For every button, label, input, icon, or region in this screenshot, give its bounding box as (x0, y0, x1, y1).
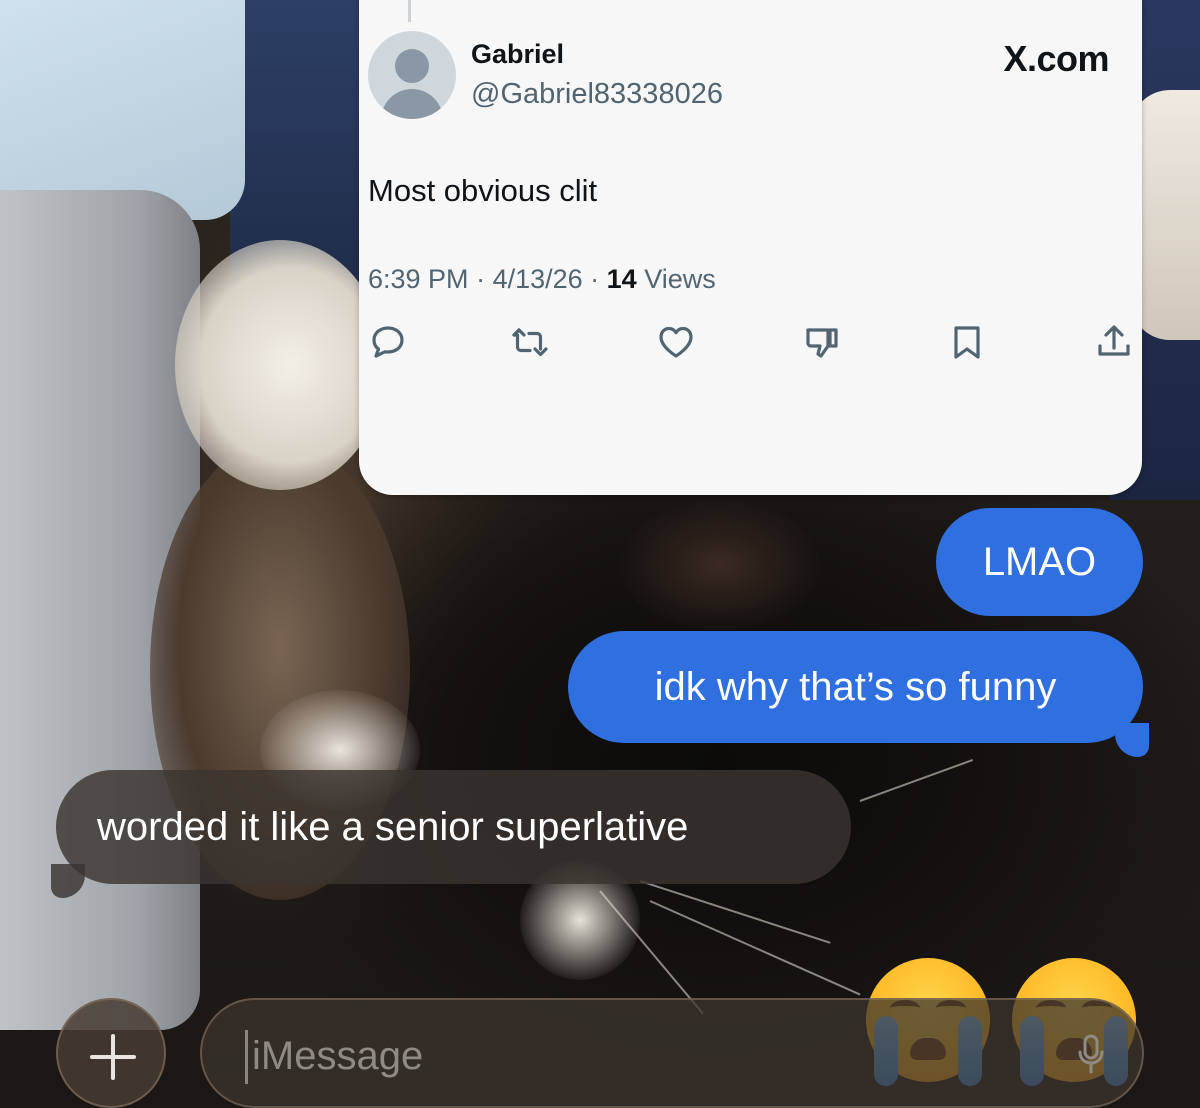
reply-icon[interactable] (368, 322, 408, 362)
message-text: worded it like a senior superlative (97, 805, 689, 849)
x-logo: X.com (1003, 38, 1109, 79)
message-placeholder: iMessage (252, 1034, 424, 1078)
tweet-author-name[interactable]: Gabriel (471, 39, 564, 70)
share-icon[interactable] (1094, 322, 1134, 362)
tweet-text: Most obvious clit (368, 173, 598, 208)
thread-line (408, 0, 411, 22)
microphone-icon[interactable] (1076, 1034, 1106, 1074)
text-cursor (245, 1030, 248, 1084)
bookmark-icon[interactable] (947, 322, 987, 362)
sent-message-bubble[interactable]: idk why that’s so funny (568, 631, 1149, 757)
message-input[interactable]: iMessage (200, 998, 1144, 1108)
add-attachment-button[interactable] (56, 998, 166, 1108)
tweet-card[interactable]: Gabriel @Gabriel83338026 X.com Most obvi… (359, 0, 1142, 495)
received-message-bubble[interactable]: worded it like a senior superlative (51, 770, 851, 898)
tweet-time: 6:39 PM (368, 264, 469, 294)
tweet-views-count: 14 (606, 264, 637, 294)
dislike-icon[interactable] (802, 322, 842, 362)
tweet-author-handle[interactable]: @Gabriel83338026 (471, 78, 723, 111)
avatar[interactable] (368, 31, 456, 119)
retweet-icon[interactable] (509, 322, 549, 362)
tweet-views-label: Views (644, 264, 716, 294)
sent-message-bubble[interactable]: LMAO (936, 508, 1143, 616)
tweet-date: 4/13/26 (492, 264, 583, 294)
like-icon[interactable] (656, 322, 696, 362)
tweet-actions (359, 322, 1142, 362)
tweet-meta: 6:39 PM · 4/13/26 · 14 Views (368, 264, 716, 294)
message-text: LMAO (982, 540, 1097, 584)
message-text: idk why that’s so funny (654, 665, 1057, 709)
